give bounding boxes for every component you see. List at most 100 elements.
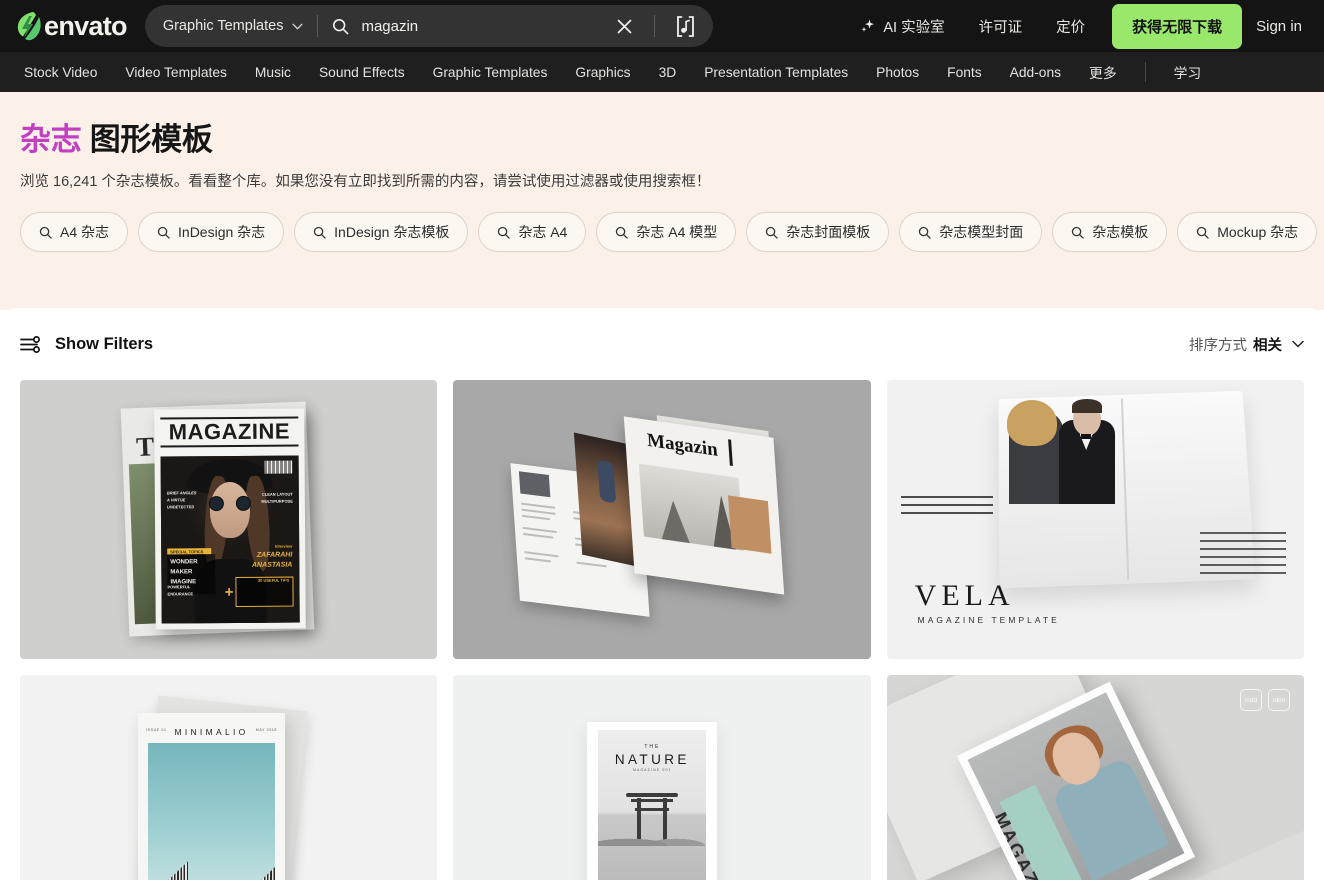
- body-rule: [1200, 540, 1286, 542]
- results-panel: Show Filters 排序方式 相关 T MAGAZINE BRIEF AN…: [0, 308, 1324, 880]
- nav-item-presentation-templates[interactable]: Presentation Templates: [690, 65, 862, 80]
- related-search-chips: A4 杂志 InDesign 杂志 InDesign 杂志模板 杂志 A4 杂志…: [20, 212, 1318, 253]
- magazine-frame: THE NATURE MAGAZINE 001: [587, 722, 718, 880]
- bow-tie: [1080, 434, 1091, 439]
- woman-hair: [1006, 400, 1057, 446]
- cover-bottom-1: POWERFUL: [167, 583, 191, 590]
- chip-label: 杂志封面模板: [786, 224, 871, 241]
- vela-brand: VELA: [914, 579, 1015, 612]
- header-link-ai-lab[interactable]: AI 实验室: [843, 16, 961, 37]
- nav-item-fonts[interactable]: Fonts: [933, 65, 996, 80]
- results-grid: T MAGAZINE BRIEF ANGLES A VIRTUE UNDETEC…: [20, 380, 1304, 880]
- cover-tips-label: 20 USEFUL TIPS: [257, 577, 290, 583]
- chip-magazine-a4-mockup[interactable]: 杂志 A4 模型: [596, 212, 737, 253]
- search-category-label: Graphic Templates: [162, 18, 284, 34]
- audio-search-button[interactable]: [669, 9, 703, 43]
- chip-label: A4 杂志: [60, 224, 110, 241]
- nature-subtitle: MAGAZINE 001: [632, 768, 672, 772]
- search-icon: [1072, 226, 1084, 239]
- result-card-tilted-magazine-2017[interactable]: MAGAZINE indd idml 2017/18 Magazine Tagl…: [886, 675, 1304, 880]
- result-card-minimalio[interactable]: MINIMALIO ISSUE 01 MAY 2018: [20, 675, 438, 880]
- cover-interview-name-1: ZAFARAHI: [256, 551, 293, 559]
- header-link-label-ai-lab: AI 实验室: [883, 19, 945, 36]
- clear-search-button[interactable]: [610, 11, 640, 41]
- show-filters-button[interactable]: Show Filters: [20, 335, 153, 354]
- nav-item-3d[interactable]: 3D: [645, 65, 691, 80]
- nav-item-photos[interactable]: Photos: [862, 65, 933, 80]
- chip-label: 杂志模板: [1092, 224, 1149, 241]
- envato-logo[interactable]: envato: [16, 11, 128, 41]
- nav-item-sound-effects[interactable]: Sound Effects: [305, 65, 419, 80]
- headline-rule: [900, 504, 993, 506]
- chevron-down-icon: [292, 23, 303, 30]
- chip-label: 杂志模型封面: [939, 224, 1024, 241]
- masthead-rule: [728, 439, 734, 467]
- search-icon: [766, 226, 778, 239]
- cover-photo: BRIEF ANGLES A VIRTUE UNDETECTED CLEAN L…: [160, 455, 300, 624]
- sign-in-link[interactable]: Sign in: [1256, 18, 1308, 35]
- cover-interview-name-2: ANASTASIA: [251, 561, 293, 569]
- search-category-dropdown[interactable]: Graphic Templates: [163, 18, 304, 34]
- body-rule: [1200, 532, 1286, 534]
- nav-item-add-ons[interactable]: Add-ons: [996, 65, 1075, 80]
- cover-interview-label: Interview: [274, 543, 293, 549]
- chip-indesign-magazine[interactable]: InDesign 杂志: [138, 212, 285, 253]
- cover-photo: THE NATURE MAGAZINE 001: [598, 730, 707, 880]
- nav-item-graphic-templates[interactable]: Graphic Templates: [419, 65, 562, 80]
- hero-section: 杂志 图形模板 浏览 16,241 个杂志模板。看看整个库。如果您没有立即找到所…: [0, 92, 1324, 310]
- chip-magazine-a4[interactable]: 杂志 A4: [478, 212, 587, 253]
- header-link-license[interactable]: 许可证: [962, 16, 1040, 37]
- magazine-masthead: MAGAZINE: [160, 416, 299, 448]
- text-line: [523, 526, 558, 534]
- chip-magazine-mockup-cover[interactable]: 杂志模型封面: [899, 212, 1043, 253]
- text-line: [576, 561, 607, 568]
- sliders-filter-icon: [20, 335, 40, 353]
- nav-item-graphics[interactable]: Graphics: [561, 65, 644, 80]
- search-input[interactable]: [361, 17, 610, 35]
- sort-by-label: 排序方式: [1189, 337, 1247, 354]
- unlimited-downloads-cta-button[interactable]: 获得无限下载: [1112, 3, 1243, 49]
- search-bar[interactable]: Graphic Templates: [144, 5, 713, 47]
- chevron-down-icon: [1292, 340, 1304, 348]
- spread-masthead: Magazin: [646, 429, 719, 461]
- front-cover: MINIMALIO ISSUE 01 MAY 2018: [138, 713, 285, 880]
- header-right-actions: AI 实验室 许可证 定价 获得无限下载 Sign in: [843, 3, 1308, 49]
- search-icon: [1197, 226, 1209, 239]
- chip-a4-magazine[interactable]: A4 杂志: [20, 212, 129, 253]
- nav-item-learn[interactable]: 学习: [1160, 62, 1216, 82]
- page-title-rest: 图形模板: [89, 122, 213, 157]
- nav-item-music[interactable]: Music: [241, 65, 305, 80]
- result-card-magazine-cover-stack[interactable]: T MAGAZINE BRIEF ANGLES A VIRTUE UNDETEC…: [20, 380, 438, 659]
- badge-idml: idml: [1268, 689, 1290, 711]
- chip-magazine-cover-template[interactable]: 杂志封面模板: [746, 212, 890, 253]
- background-sheet-title: T: [135, 431, 155, 463]
- search-divider-2: [653, 15, 655, 37]
- results-toolbar: Show Filters 排序方式 相关: [20, 308, 1304, 380]
- header-link-pricing[interactable]: 定价: [1039, 16, 1102, 37]
- result-card-the-nature[interactable]: THE NATURE MAGAZINE 001: [453, 675, 871, 880]
- text-line: [523, 532, 554, 539]
- chip-label: Mockup 杂志: [1217, 224, 1299, 241]
- envato-bolt-leaf-icon: [17, 12, 41, 41]
- headline-rule: [900, 512, 993, 514]
- person-shape: [597, 459, 617, 504]
- cover-headline-3: UNDETECTED: [166, 504, 195, 510]
- cover-bottom-2: ENDURANCE: [167, 590, 194, 597]
- close-x-icon: [617, 19, 632, 33]
- chip-indesign-magazine-template[interactable]: InDesign 杂志模板: [294, 212, 469, 253]
- chip-mockup-magazine[interactable]: Mockup 杂志: [1177, 212, 1318, 253]
- barcode: [264, 460, 293, 474]
- chip-magazine-template[interactable]: 杂志模板: [1052, 212, 1168, 253]
- result-card-vela-magazine-template[interactable]: VELA MAGAZINE TEMPLATE Women Halter Desi…: [886, 380, 1304, 659]
- result-card-open-spread-magazin[interactable]: Magazin: [453, 380, 871, 659]
- magazine-cover: MAGAZINE BRIEF ANGLES A VIRTUE UNDETECTE…: [154, 408, 306, 630]
- text-line: [521, 508, 556, 515]
- issue-label-right: MAY 2018: [255, 728, 277, 732]
- nav-item-video-templates[interactable]: Video Templates: [111, 65, 241, 80]
- nav-item-more[interactable]: 更多: [1075, 62, 1131, 82]
- search-icon: [314, 226, 326, 239]
- nav-item-stock-video[interactable]: Stock Video: [18, 65, 111, 80]
- nav-divider: [1144, 62, 1146, 82]
- search-icon: [39, 226, 52, 239]
- sort-by-dropdown[interactable]: 排序方式 相关: [1189, 334, 1304, 355]
